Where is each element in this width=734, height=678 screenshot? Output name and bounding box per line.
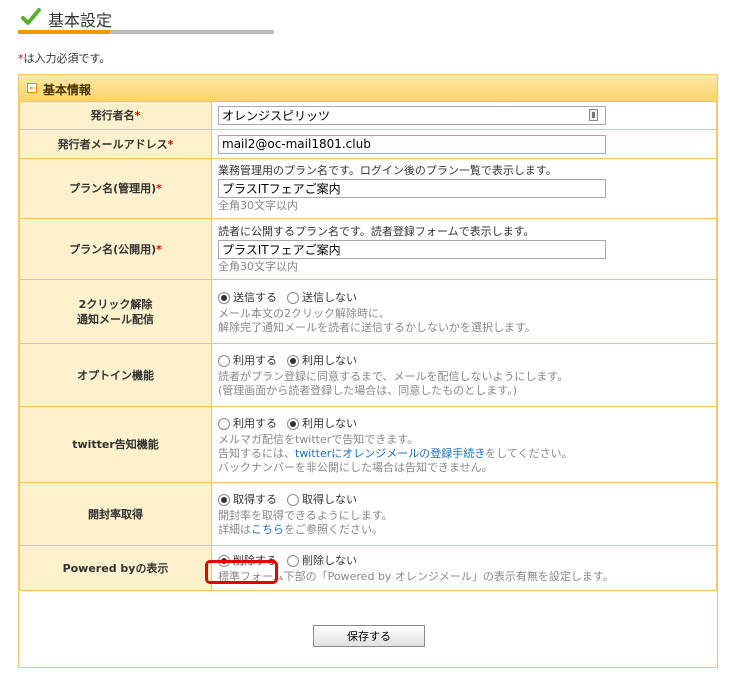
radio-icon[interactable]: [287, 291, 299, 304]
row-plan-public: プラン名(公開用)* 読者に公開するプラン名です。読者登録フォームで表示します。…: [19, 218, 717, 280]
two-click-option-nosend[interactable]: 送信しない: [287, 291, 357, 305]
label-opt-in: オプトイン機能: [19, 343, 212, 407]
twitter-note-2: 告知するには、twitterにオレンジメールの登録手続きをしてください。: [218, 446, 573, 460]
two-click-radio-group: 送信する 送信しない: [218, 289, 710, 307]
radio-icon[interactable]: [218, 355, 230, 367]
open-rate-note-2: 詳細はこちらをご参照ください。: [218, 523, 383, 536]
radio-icon-selected[interactable]: [287, 355, 299, 367]
open-rate-option-get[interactable]: 取得する: [218, 493, 277, 507]
open-rate-note-1: 開封率を取得できるようにします。: [218, 509, 393, 522]
row-twitter: twitter告知機能 利用する 利用しない メルマガ配信をtwitterで告知…: [19, 406, 717, 483]
page-header: 基本設定: [18, 4, 274, 34]
row-plan-internal: プラン名(管理用)* 業務管理用のプラン名です。ログイン後のプラン一覧で表示しま…: [19, 158, 717, 219]
opt-in-option-nouse[interactable]: 利用しない: [287, 354, 357, 368]
radio-icon[interactable]: [287, 494, 299, 506]
title-underline-accent: [18, 30, 110, 34]
two-click-option-send[interactable]: 送信する: [218, 291, 277, 305]
label-open-rate: 開封率取得: [19, 482, 212, 546]
radio-icon[interactable]: [287, 555, 299, 567]
label-twitter: twitter告知機能: [19, 406, 212, 483]
twitter-option-use[interactable]: 利用する: [218, 417, 277, 431]
opt-in-note-1: 読者がプラン登録に同意するまで、メールを配信しないようにします。: [218, 370, 569, 383]
required-star: *: [156, 242, 162, 256]
publisher-email-input[interactable]: [218, 134, 606, 154]
powered-by-note: 標準フォーム下部の「Powered by オレンジメール」の表示有無を設定します…: [218, 570, 614, 583]
plan-internal-note: 全角30文字以内: [218, 199, 298, 212]
publisher-name-input[interactable]: [218, 106, 606, 125]
section-header: 基本情報: [19, 75, 717, 102]
required-star: *: [134, 109, 141, 122]
plan-internal-description: 業務管理用のプラン名です。ログイン後のプラン一覧で表示します。: [218, 164, 557, 177]
row-opt-in: オプトイン機能 利用する 利用しない 読者がプラン登録に同意するまで、メールを配…: [19, 343, 717, 407]
label-publisher-name: 発行者名*: [19, 101, 212, 130]
opt-in-radio-group: 利用する 利用しない: [218, 352, 710, 370]
label-powered-by: Powered byの表示: [19, 545, 212, 591]
required-note: *は入力必須です。: [18, 50, 110, 66]
row-open-rate: 開封率取得 取得する 取得しない 開封率を取得できるようにします。 詳細はこちら…: [19, 482, 717, 546]
plan-public-description: 読者に公開するプラン名です。読者登録フォームで表示します。: [218, 224, 535, 238]
twitter-option-nouse[interactable]: 利用しない: [287, 417, 357, 431]
settings-form-table: 発行者名* 発行者メールアドレス* プラン名(管理用)* 業務管理用のプラン名で…: [19, 101, 717, 591]
radio-icon-selected[interactable]: [218, 291, 230, 304]
required-note-text: は入力必須です。: [23, 52, 111, 65]
save-button[interactable]: 保存する: [313, 625, 425, 647]
arrow-box-icon: [27, 83, 37, 93]
label-two-click: 2クリック解除 通知メール配信: [19, 279, 212, 344]
row-powered-by: Powered byの表示 削除する 削除しない 標準フォーム下部の「Power…: [19, 545, 717, 591]
required-star: *: [167, 137, 174, 151]
radio-icon-selected[interactable]: [218, 494, 230, 506]
row-two-click: 2クリック解除 通知メール配信 送信する 送信しない メール本文の2クリック解除時…: [19, 279, 717, 344]
radio-icon-selected[interactable]: [287, 417, 299, 430]
twitter-radio-group: 利用する 利用しない: [218, 415, 710, 433]
two-click-note-2: 解除完了通知メールを読者に送信するかしないかを選択します。: [218, 320, 536, 334]
open-rate-radio-group: 取得する 取得しない: [218, 491, 710, 509]
basic-info-panel: 基本情報 発行者名* 発行者メールアドレス* プラン名(管理用)* 業務管理用の…: [18, 74, 718, 668]
section-title: 基本情報: [43, 83, 92, 97]
row-publisher-name: 発行者名*: [19, 101, 717, 130]
label-publisher-email: 発行者メールアドレス*: [19, 129, 212, 159]
two-click-note-1: メール本文の2クリック解除時に、: [218, 306, 390, 320]
keyboard-icon: [589, 109, 598, 121]
opt-in-option-use[interactable]: 利用する: [218, 354, 277, 368]
plan-internal-input[interactable]: [218, 179, 606, 198]
powered-by-radio-group: 削除する 削除しない: [218, 552, 710, 570]
twitter-note-3: バックナンバーを非公開にした場合は告知できません。: [218, 460, 493, 474]
opt-in-note-2: (管理画面から読者登録した場合は、同意したものとします。): [218, 384, 517, 397]
twitter-note-1: メルマガ配信をtwitterで告知できます。: [218, 432, 419, 446]
powered-by-option-keep[interactable]: 削除しない: [287, 554, 357, 568]
check-icon: [21, 8, 41, 25]
label-plan-public: プラン名(公開用)*: [19, 218, 212, 280]
powered-by-option-delete[interactable]: 削除する: [218, 554, 277, 568]
page-title: 基本設定: [48, 11, 113, 30]
radio-icon-selected[interactable]: [218, 555, 230, 567]
twitter-register-link[interactable]: twitterにオレンジメールの登録手続き: [295, 447, 485, 460]
radio-icon[interactable]: [218, 417, 230, 430]
plan-public-input[interactable]: [218, 239, 606, 259]
open-rate-option-noget[interactable]: 取得しない: [287, 493, 357, 507]
label-plan-internal: プラン名(管理用)*: [19, 158, 212, 219]
plan-public-note: 全角30文字以内: [218, 259, 298, 273]
save-row: 保存する: [19, 605, 717, 667]
row-publisher-email: 発行者メールアドレス*: [19, 129, 717, 159]
required-star: *: [156, 182, 162, 195]
details-link[interactable]: こちら: [251, 523, 284, 536]
